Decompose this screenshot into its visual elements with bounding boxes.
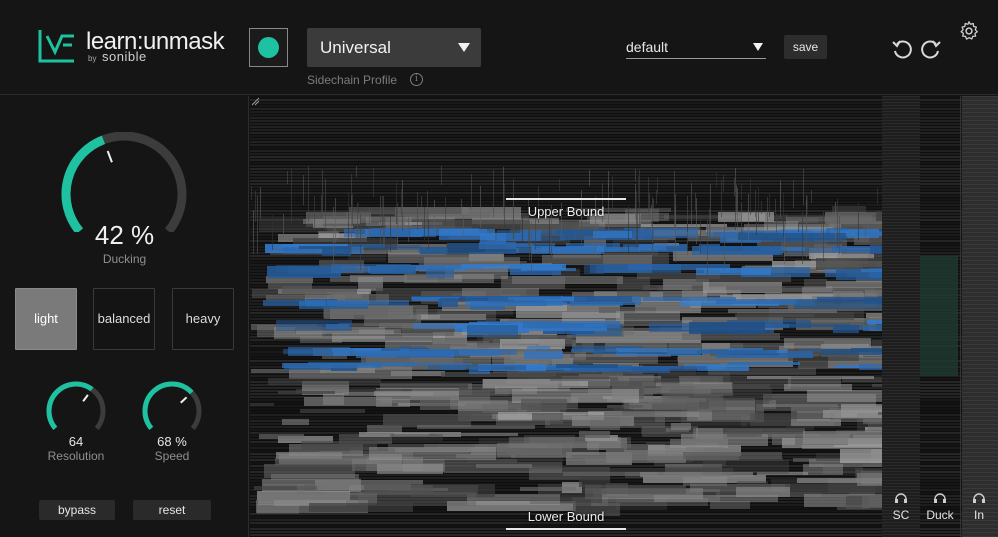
headphones-icon [973, 493, 985, 503]
bypass-button[interactable]: bypass [39, 500, 115, 520]
gear-icon[interactable] [958, 20, 980, 42]
preset-dropdown[interactable]: default [626, 36, 766, 59]
sidechain-active-button[interactable] [249, 28, 288, 67]
upper-bound-handle[interactable] [506, 198, 626, 200]
mode-heavy-button[interactable]: heavy [172, 288, 234, 350]
lower-bound-label: Lower Bound [527, 509, 605, 524]
save-button[interactable]: save [784, 35, 827, 59]
mode-balanced-button[interactable]: balanced [93, 288, 155, 350]
speed-value: 68 % [157, 434, 187, 449]
header-bar: learn:unmask by sonible Universal Sidech… [0, 0, 998, 95]
learn-unmask-logo-icon [38, 30, 74, 63]
monitor-sc-button[interactable]: SC [884, 492, 918, 522]
brand-logo: learn:unmask by sonible [38, 28, 238, 68]
spectrogram-display[interactable]: Upper Bound Lower Bound SC Duck In [250, 96, 998, 537]
ducking-knob-pointer [106, 150, 113, 163]
speed-label: Speed [154, 449, 190, 463]
speed-knob-pointer [180, 396, 188, 404]
spectrogram-canvas [250, 96, 998, 537]
info-icon[interactable]: i [410, 73, 423, 86]
speed-knob-value-arc [142, 381, 194, 430]
monitor-duck-button[interactable]: Duck [923, 492, 957, 522]
monitor-in-button[interactable]: In [962, 492, 996, 522]
brand-by: by [88, 54, 97, 63]
speed-knob[interactable] [139, 380, 205, 430]
reset-button[interactable]: reset [133, 500, 211, 520]
mode-light-button[interactable]: light [15, 288, 77, 350]
controls-panel: 42 % Ducking light balanced heavy 64 Res… [0, 96, 249, 537]
monitor-sc-label: SC [892, 508, 910, 522]
headphones-icon [934, 493, 946, 503]
sidechain-led-icon [258, 37, 279, 58]
resolution-knob[interactable] [43, 380, 109, 430]
chevron-down-icon [458, 43, 470, 52]
ducking-value: 42 % [94, 220, 155, 250]
resolution-value: 64 [68, 434, 84, 449]
resolution-knob-pointer [82, 394, 89, 402]
redo-icon[interactable] [919, 37, 943, 61]
upper-bound-label: Upper Bound [527, 204, 605, 219]
resize-grip-icon[interactable] [250, 96, 260, 106]
monitor-in-label: In [973, 508, 984, 522]
preset-value: default [626, 39, 669, 55]
ducking-knob-value-arc [61, 135, 106, 232]
sidechain-profile-caption: Sidechain Profile [307, 73, 398, 87]
ducking-knob[interactable] [57, 132, 191, 232]
resolution-label: Resolution [47, 449, 105, 463]
resolution-knob-value-arc [46, 381, 94, 430]
brand-company: sonible [102, 49, 147, 64]
ducking-label: Ducking [102, 252, 147, 266]
headphones-icon [895, 493, 907, 503]
monitor-duck-label: Duck [926, 508, 954, 522]
sidechain-profile-dropdown[interactable]: Universal [307, 28, 481, 67]
lower-bound-handle[interactable] [506, 528, 626, 530]
undo-icon[interactable] [890, 37, 914, 61]
sidechain-profile-value: Universal [320, 38, 391, 57]
chevron-down-icon [753, 43, 763, 51]
